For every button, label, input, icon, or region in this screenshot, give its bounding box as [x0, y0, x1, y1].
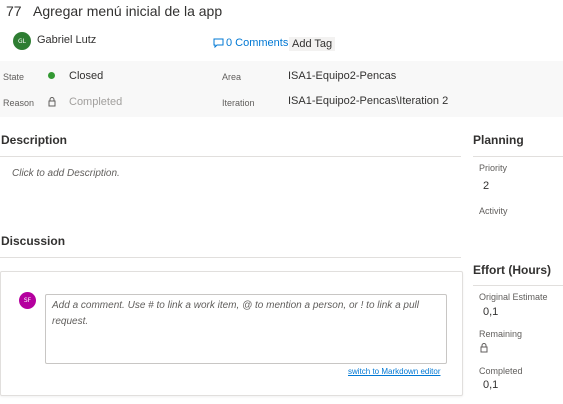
effort-divider	[473, 285, 563, 286]
area-label: Area	[222, 72, 242, 82]
discussion-heading: Discussion	[1, 234, 66, 248]
remaining-label: Remaining	[479, 329, 523, 339]
comments-link[interactable]: 0 Comments	[226, 37, 288, 49]
activity-label: Activity	[479, 206, 508, 216]
planning-divider	[473, 156, 563, 157]
work-item-title[interactable]: Agregar menú inicial de la app	[33, 3, 222, 19]
priority-label: Priority	[479, 163, 508, 173]
iteration-value[interactable]: ISA1-Equipo2-Pencas\Iteration 2	[288, 95, 448, 107]
lock-icon	[48, 97, 56, 107]
comment-icon	[213, 38, 224, 48]
original-estimate-label: Original Estimate	[479, 292, 548, 302]
remaining-lock-icon	[480, 343, 488, 353]
completed-value[interactable]: 0,1	[483, 379, 498, 391]
reason-value: Completed	[69, 96, 123, 108]
planning-heading: Planning	[473, 133, 524, 147]
priority-value[interactable]: 2	[483, 180, 489, 192]
discussion-divider	[0, 257, 461, 258]
work-item-id: 77	[6, 3, 22, 19]
description-field[interactable]: Click to add Description.	[12, 168, 120, 179]
effort-heading: Effort (Hours)	[473, 263, 551, 277]
state-value[interactable]: Closed	[69, 70, 103, 82]
current-user-avatar: SF	[19, 292, 36, 309]
description-divider	[0, 156, 461, 157]
assignee-name[interactable]: Gabriel Lutz	[37, 34, 96, 46]
completed-label: Completed	[479, 366, 523, 376]
markdown-editor-link[interactable]: switch to Markdown editor	[348, 367, 440, 376]
add-tag-button[interactable]: Add Tag	[289, 37, 336, 51]
original-estimate-value[interactable]: 0,1	[483, 306, 498, 318]
description-heading: Description	[1, 133, 68, 147]
state-indicator	[48, 72, 55, 79]
state-label: State	[3, 72, 25, 82]
iteration-label: Iteration	[222, 98, 255, 108]
area-value[interactable]: ISA1-Equipo2-Pencas	[288, 70, 396, 82]
comment-placeholder: Add a comment. Use # to link a work item…	[52, 300, 419, 327]
assignee-avatar[interactable]: GL	[13, 32, 31, 50]
reason-label: Reason	[3, 98, 35, 108]
activity-field[interactable]	[479, 219, 559, 233]
